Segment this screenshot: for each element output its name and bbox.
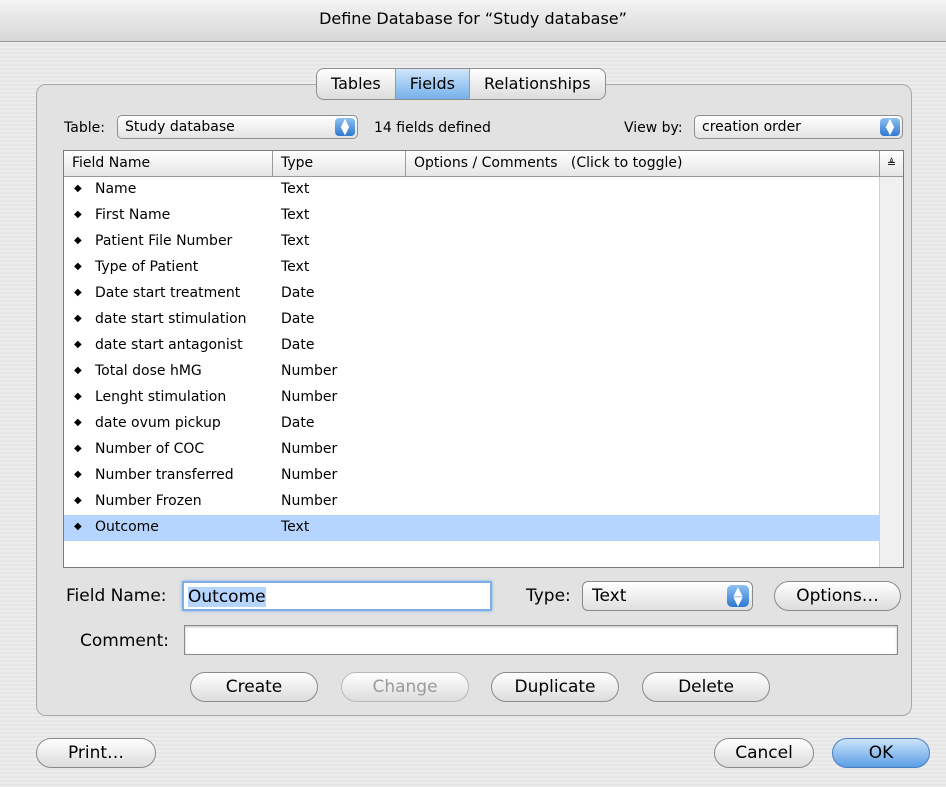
- view-by-popup-value: creation order: [702, 119, 801, 135]
- table-label: Table:: [64, 120, 105, 136]
- field-name-cell: Outcome: [95, 519, 159, 535]
- tab-bar: Tables Fields Relationships: [316, 68, 606, 100]
- field-type-cell: Number: [281, 493, 338, 509]
- updown-arrows-icon[interactable]: ◆: [74, 359, 82, 383]
- field-name-input-value: Outcome: [188, 587, 266, 607]
- table-row[interactable]: ◆ Type of Patient Text: [64, 255, 880, 281]
- field-name-cell: Name: [95, 181, 137, 197]
- updown-arrows-icon[interactable]: ◆: [74, 203, 82, 227]
- duplicate-button[interactable]: Duplicate: [491, 672, 619, 702]
- type-popup[interactable]: Text ▲ ▼: [582, 581, 753, 611]
- field-type-cell: Text: [281, 181, 310, 197]
- field-name-label: Field Name:: [66, 586, 167, 606]
- field-name-cell: Number Frozen: [95, 493, 202, 509]
- column-header-field-name[interactable]: Field Name: [64, 151, 273, 176]
- table-row[interactable]: ◆ Number of COC Number: [64, 437, 880, 463]
- field-type-cell: Number: [281, 363, 338, 379]
- updown-arrows-icon: ▲ ▼: [727, 585, 749, 607]
- field-type-cell: Text: [281, 259, 310, 275]
- type-popup-value: Text: [592, 586, 627, 606]
- type-label: Type:: [526, 586, 571, 606]
- cancel-button[interactable]: Cancel: [714, 738, 814, 768]
- table-row[interactable]: ◆ Date start treatment Date: [64, 281, 880, 307]
- options-button[interactable]: Options…: [774, 581, 901, 611]
- fields-table: Field Name Type Options / Comments (Clic…: [63, 150, 904, 568]
- field-type-cell: Text: [281, 207, 310, 223]
- table-row-selected[interactable]: ◆ Outcome Text: [64, 515, 880, 541]
- delete-button[interactable]: Delete: [642, 672, 770, 702]
- comment-label: Comment:: [80, 631, 170, 651]
- view-by-popup[interactable]: creation order ▲ ▼: [694, 115, 903, 139]
- column-header-type[interactable]: Type: [273, 151, 406, 176]
- updown-arrows-icon[interactable]: ◆: [74, 307, 82, 331]
- table-row[interactable]: ◆ date start stimulation Date: [64, 307, 880, 333]
- tab-relationships[interactable]: Relationships: [470, 69, 605, 99]
- print-button[interactable]: Print…: [36, 738, 156, 768]
- field-type-cell: Date: [281, 337, 315, 353]
- table-row[interactable]: ◆ Number Frozen Number: [64, 489, 880, 515]
- updown-arrows-icon[interactable]: ◆: [74, 515, 82, 539]
- field-name-cell: date ovum pickup: [95, 415, 221, 431]
- field-type-cell: Date: [281, 311, 315, 327]
- updown-arrows-icon[interactable]: ◆: [74, 437, 82, 461]
- field-name-cell: Patient File Number: [95, 233, 233, 249]
- table-scrollbar[interactable]: [879, 177, 903, 567]
- table-row[interactable]: ◆ First Name Text: [64, 203, 880, 229]
- field-name-cell: Date start treatment: [95, 285, 241, 301]
- comment-input[interactable]: [184, 625, 898, 655]
- view-by-label: View by:: [624, 120, 683, 136]
- table-header: Field Name Type Options / Comments (Clic…: [64, 151, 903, 177]
- table-popup[interactable]: Study database ▲ ▼: [117, 115, 358, 139]
- window-title: Define Database for “Study database”: [0, 0, 946, 42]
- table-row[interactable]: ◆ Name Text: [64, 177, 880, 203]
- updown-arrows-icon: ▲ ▼: [335, 117, 355, 136]
- field-type-cell: Number: [281, 389, 338, 405]
- table-row[interactable]: ◆ Total dose hMG Number: [64, 359, 880, 385]
- updown-arrows-icon[interactable]: ◆: [74, 411, 82, 435]
- updown-arrows-icon[interactable]: ◆: [74, 489, 82, 513]
- ok-button[interactable]: OK: [832, 738, 930, 768]
- updown-arrows-icon[interactable]: ◆: [74, 281, 82, 305]
- tab-fields[interactable]: Fields: [395, 69, 470, 99]
- updown-arrows-icon[interactable]: ◆: [74, 177, 82, 201]
- field-name-cell: Total dose hMG: [95, 363, 202, 379]
- sort-icon[interactable]: ≜: [879, 151, 903, 176]
- field-name-cell: First Name: [95, 207, 171, 223]
- field-name-cell: date start stimulation: [95, 311, 247, 327]
- field-type-cell: Date: [281, 285, 315, 301]
- table-row[interactable]: ◆ Patient File Number Text: [64, 229, 880, 255]
- updown-arrows-icon[interactable]: ◆: [74, 385, 82, 409]
- table-popup-value: Study database: [125, 119, 235, 135]
- table-row[interactable]: ◆ date start antagonist Date: [64, 333, 880, 359]
- table-row[interactable]: ◆ date ovum pickup Date: [64, 411, 880, 437]
- field-type-cell: Text: [281, 519, 310, 535]
- field-type-cell: Date: [281, 415, 315, 431]
- tab-tables[interactable]: Tables: [317, 69, 396, 99]
- updown-arrows-icon[interactable]: ◆: [74, 463, 82, 487]
- field-type-cell: Number: [281, 441, 338, 457]
- field-name-cell: Number of COC: [95, 441, 205, 457]
- updown-arrows-icon[interactable]: ◆: [74, 333, 82, 357]
- table-row[interactable]: ◆ Number transferred Number: [64, 463, 880, 489]
- field-type-cell: Text: [281, 233, 310, 249]
- updown-arrows-icon[interactable]: ◆: [74, 229, 82, 253]
- field-name-input[interactable]: Outcome: [182, 581, 492, 611]
- field-type-cell: Number: [281, 467, 338, 483]
- field-name-cell: Lenght stimulation: [95, 389, 227, 405]
- create-button[interactable]: Create: [190, 672, 318, 702]
- table-body: ◆ Name Text ◆ First Name Text ◆ Patient …: [64, 177, 880, 567]
- updown-arrows-icon[interactable]: ◆: [74, 255, 82, 279]
- fields-count: 14 fields defined: [374, 120, 491, 136]
- column-header-options[interactable]: Options / Comments (Click to toggle): [406, 151, 881, 176]
- change-button: Change: [341, 672, 469, 702]
- updown-arrows-icon: ▲ ▼: [880, 117, 900, 136]
- field-name-cell: Number transferred: [95, 467, 234, 483]
- field-name-cell: Type of Patient: [95, 259, 199, 275]
- table-row[interactable]: ◆ Lenght stimulation Number: [64, 385, 880, 411]
- field-name-cell: date start antagonist: [95, 337, 243, 353]
